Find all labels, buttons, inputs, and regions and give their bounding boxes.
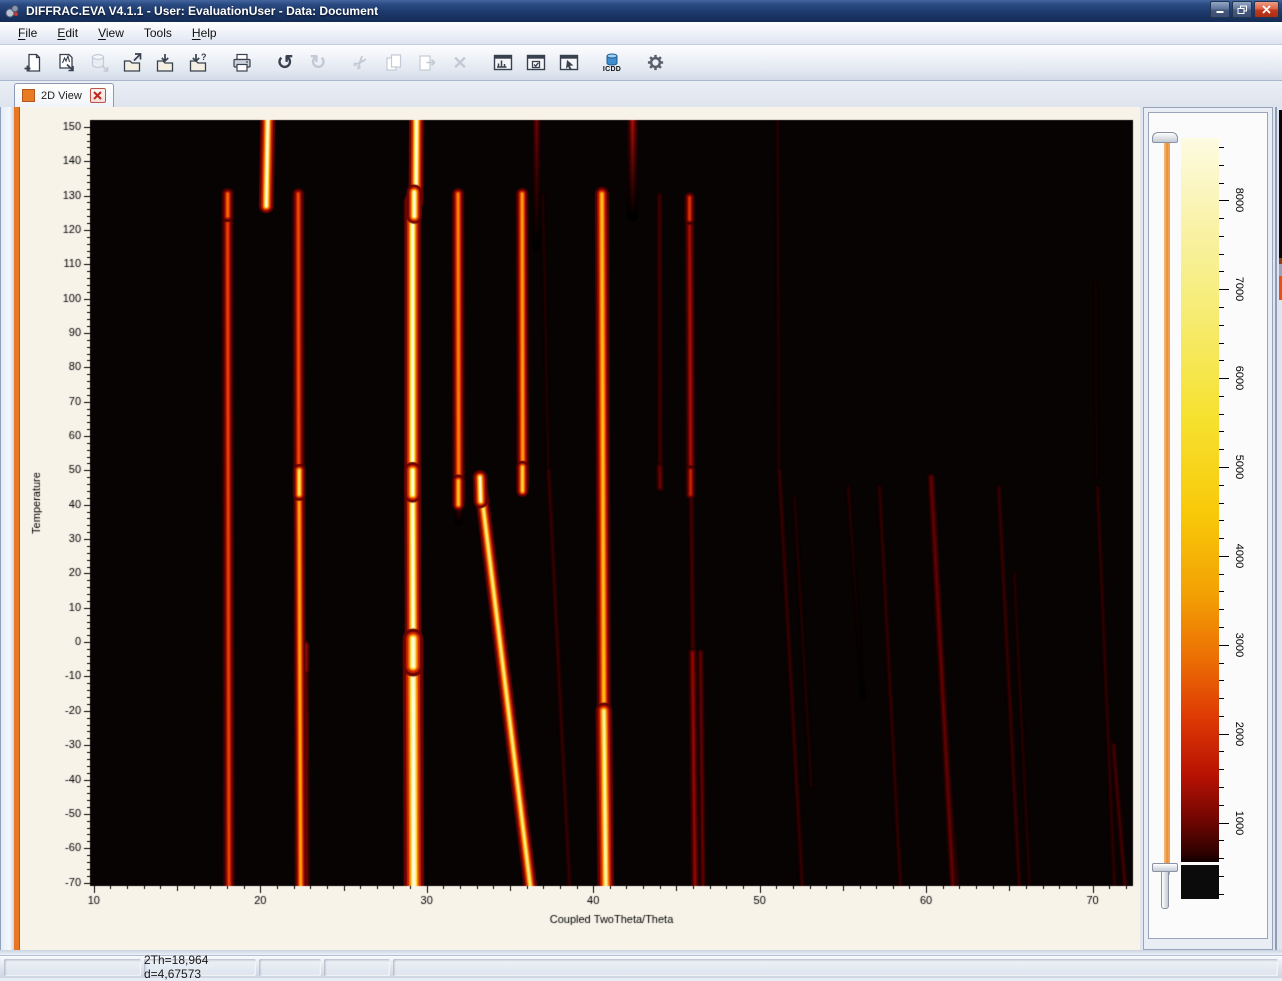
menu-item-help[interactable]: Help — [182, 23, 227, 43]
title-bar[interactable]: DIFFRAC.EVA V4.1.1 - User: EvaluationUse… — [0, 0, 1282, 22]
undo-button[interactable]: ↺ — [271, 47, 299, 79]
export-file-icon — [123, 53, 143, 73]
content-area: 8000 7000 6000 5000 4000 3000 2000 1000 — [0, 107, 1282, 950]
intensity-slider-handle-stem[interactable] — [1161, 871, 1169, 909]
plot-panel — [20, 107, 1140, 950]
menu-item-file[interactable]: File — [8, 23, 47, 43]
window-controls — [1210, 1, 1279, 18]
plot-canvas[interactable] — [20, 107, 1140, 950]
settings-gear-icon — [646, 53, 665, 72]
cut-button: ✂ — [347, 47, 375, 79]
intensity-scale-label: 4000 — [1233, 544, 1245, 568]
import-scan-icon — [57, 53, 77, 73]
import-file-icon — [156, 53, 176, 73]
close-icon — [1262, 5, 1272, 14]
copy-button — [380, 47, 408, 79]
tab-bar: 2D View — [0, 81, 1282, 107]
intensity-scale-ticks — [1219, 138, 1231, 899]
minimize-button[interactable] — [1210, 1, 1230, 18]
database-import-button — [86, 47, 114, 79]
intensity-scale-label: 5000 — [1233, 455, 1245, 479]
clipped-side-view — [1275, 107, 1282, 950]
new-pointer-window-button[interactable] — [555, 47, 583, 79]
paste-icon — [417, 53, 437, 73]
new-pointer-window-icon — [559, 54, 579, 72]
new-list-window-icon — [526, 54, 546, 72]
print-button[interactable] — [228, 47, 256, 79]
new-document-button[interactable] — [20, 47, 48, 79]
close-button[interactable] — [1254, 1, 1279, 18]
import-file-button[interactable] — [152, 47, 180, 79]
toolbar-button-label: ICDD — [603, 66, 621, 73]
app-window: DIFFRAC.EVA V4.1.1 - User: EvaluationUse… — [0, 0, 1282, 978]
menu-bar: FileEditViewToolsHelp — [0, 22, 1282, 45]
intensity-cutoff-block — [1181, 865, 1219, 899]
tab-label: 2D View — [41, 90, 82, 102]
import-file-query-icon: ? — [189, 53, 209, 73]
new-document-icon — [24, 53, 44, 73]
2d-view-tab-icon — [22, 89, 35, 102]
delete-button: ✕ — [446, 47, 474, 79]
copy-icon — [384, 53, 404, 73]
intensity-scale-label: 3000 — [1233, 632, 1245, 656]
database-import-icon — [90, 53, 110, 73]
svg-text:?: ? — [201, 53, 207, 62]
undo-icon: ↺ — [277, 53, 294, 73]
status-bar: 2Th=18,964 d=4,67573 — [0, 955, 1282, 978]
status-segment — [4, 959, 141, 976]
intensity-scale-label: 8000 — [1233, 188, 1245, 212]
intensity-scale-labels: 8000 7000 6000 5000 4000 3000 2000 1000 — [1233, 138, 1249, 899]
restore-button[interactable] — [1232, 1, 1252, 18]
tab-close-button[interactable] — [90, 88, 106, 103]
import-file-query-button[interactable]: ? — [185, 47, 213, 79]
icdd-database-icon — [602, 53, 622, 67]
window-title: DIFFRAC.EVA V4.1.1 - User: EvaluationUse… — [26, 4, 378, 18]
toolbar: ? ↺ ↻ ✂ ✕ ICDD — [0, 45, 1282, 81]
intensity-scale-label: 1000 — [1233, 810, 1245, 834]
menu-item-edit[interactable]: Edit — [47, 23, 88, 43]
minimize-icon — [1215, 5, 1225, 14]
icdd-database-button[interactable]: ICDD — [598, 47, 626, 79]
intensity-scale-panel: 8000 7000 6000 5000 4000 3000 2000 1000 — [1143, 107, 1273, 950]
delete-icon: ✕ — [452, 53, 467, 73]
cut-icon: ✂ — [354, 53, 368, 73]
cursor-position-readout: 2Th=18,964 d=4,67573 — [144, 959, 256, 976]
paste-button — [413, 47, 441, 79]
intensity-slider-track[interactable] — [1164, 136, 1170, 876]
restore-icon — [1237, 5, 1248, 15]
tab-close-icon — [93, 91, 102, 100]
intensity-scale-label: 6000 — [1233, 366, 1245, 390]
print-icon — [232, 53, 252, 73]
intensity-gradient-bar — [1181, 138, 1219, 862]
status-segment — [393, 959, 1278, 976]
settings-gear-button[interactable] — [641, 47, 669, 79]
new-list-window-button[interactable] — [522, 47, 550, 79]
intensity-scale-label: 7000 — [1233, 277, 1245, 301]
new-chart-window-button[interactable] — [489, 47, 517, 79]
redo-button: ↻ — [304, 47, 332, 79]
redo-icon: ↻ — [310, 53, 327, 73]
status-segment — [324, 959, 390, 976]
window-left-frame — [0, 107, 14, 950]
import-scan-button[interactable] — [53, 47, 81, 79]
app-icon — [5, 4, 20, 19]
intensity-slider-handle-top[interactable] — [1152, 132, 1178, 143]
export-file-button[interactable] — [119, 47, 147, 79]
menu-item-view[interactable]: View — [88, 23, 134, 43]
new-chart-window-icon — [493, 54, 513, 72]
status-segment — [259, 959, 321, 976]
intensity-scale-label: 2000 — [1233, 721, 1245, 745]
menu-item-tools[interactable]: Tools — [134, 23, 182, 43]
tab-2d-view[interactable]: 2D View — [14, 83, 114, 107]
